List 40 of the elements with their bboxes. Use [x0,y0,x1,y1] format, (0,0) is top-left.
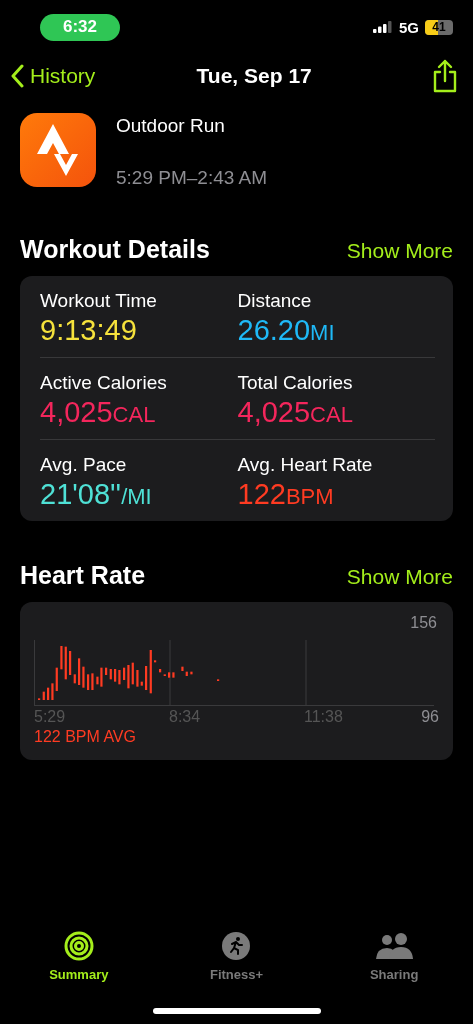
section-title: Heart Rate [20,561,146,590]
network-label: 5G [399,18,419,36]
show-more-link[interactable]: Show More [346,239,453,263]
axis-label: 156 [410,614,437,632]
axis-label: 96 [421,708,439,726]
rings-icon [63,931,94,961]
chevron-left-icon [10,64,24,88]
status-time: 6:32 [40,13,120,41]
axis-label: 5:29 [34,708,66,725]
app-icon [20,113,96,187]
workout-time-range: 5:29 PM–2:43 AM [116,167,268,189]
metric-value: 9:13:49 [40,314,138,347]
runner-icon [221,931,252,961]
people-icon [374,931,415,961]
tab-item[interactable]: Sharing [315,931,473,982]
axis-label: 8:34 [169,708,201,725]
share-icon[interactable] [431,59,459,93]
tab-item[interactable]: Summary [0,931,158,982]
metric-label: Active Calories [40,372,168,394]
section-title: Workout Details [20,235,210,264]
heart-rate-bar [154,660,157,663]
workout-name: Outdoor Run [116,115,226,137]
metric-value: 26.20MI [237,314,336,347]
show-more-link[interactable]: Show More [346,565,453,589]
metric-value: 4,025CAL [237,396,354,429]
metric-value: 21'08''/MI [40,478,153,511]
metric-label: Workout Time [40,290,158,312]
back-button[interactable]: History [10,64,96,88]
metric-label: Total Calories [237,372,354,394]
metric-label: Distance [237,290,313,312]
tab-item[interactable]: Fitness+ [157,931,316,982]
average-label: 122 BPM AVG [34,728,137,746]
heart-rate-bar [190,671,193,675]
metric-value: 122BPM [237,478,335,511]
metric-value: 4,025CAL [40,396,157,429]
axis-label: 11:38 [304,708,343,725]
signal-icon [373,21,393,33]
metric-label: Avg. Pace [40,454,128,476]
nav-title: Tue, Sep 17 [196,64,312,88]
metric-label: Avg. Heart Rate [237,454,374,476]
